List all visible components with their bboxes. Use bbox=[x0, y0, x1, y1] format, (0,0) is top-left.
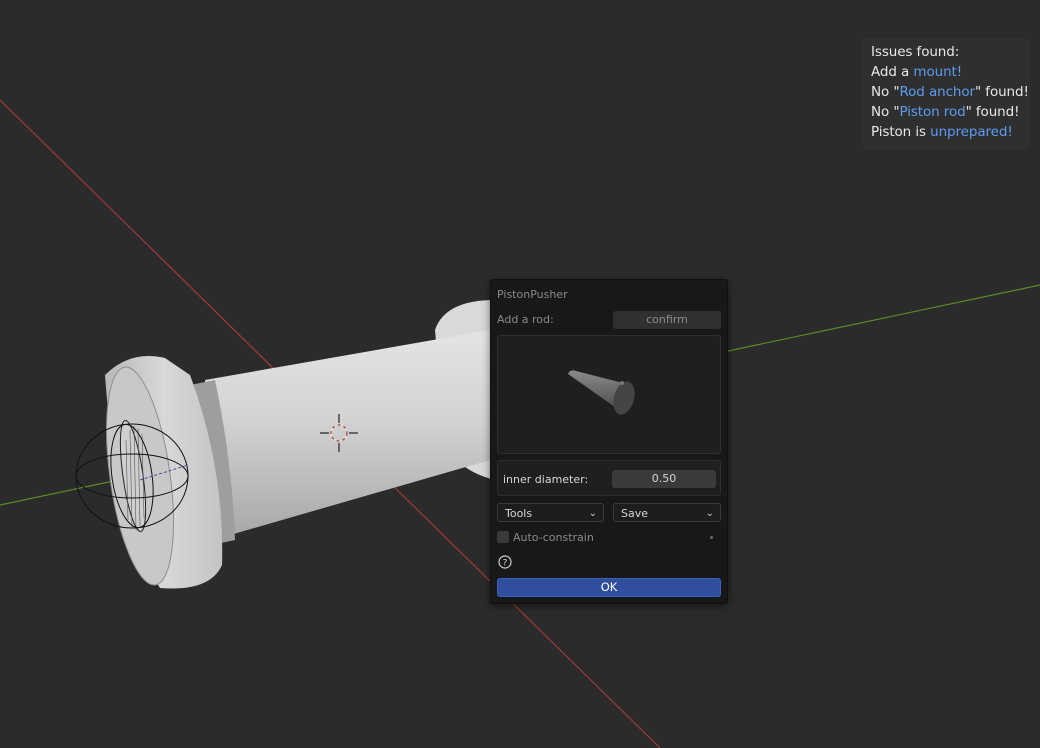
chevron-down-icon: ⌄ bbox=[705, 508, 714, 519]
issues-overlay: Issues found: Add a mount! No "Rod ancho… bbox=[862, 38, 1030, 150]
save-dropdown[interactable]: Save ⌄ bbox=[613, 503, 721, 522]
issues-title: Issues found: bbox=[871, 44, 960, 60]
inner-diameter-label: inner diameter: bbox=[503, 473, 589, 486]
auto-constrain-checkbox[interactable] bbox=[497, 531, 509, 543]
issue-rod-anchor: No "Rod anchor" found! bbox=[871, 84, 1029, 100]
inner-diameter-field[interactable]: 0.50 bbox=[612, 470, 716, 488]
add-rod-label: Add a rod: bbox=[497, 313, 554, 326]
auto-constrain-label: Auto-constrain bbox=[513, 531, 594, 544]
tools-dropdown[interactable]: Tools ⌄ bbox=[497, 503, 604, 522]
svg-text:?: ? bbox=[503, 559, 508, 569]
issue-piston-rod: No "Piston rod" found! bbox=[871, 104, 1020, 120]
inner-diameter-row: inner diameter: 0.50 bbox=[497, 460, 721, 496]
issue-add-mount: Add a mount! bbox=[871, 64, 963, 80]
panel-title: PistonPusher bbox=[497, 288, 568, 301]
ok-button[interactable]: OK bbox=[497, 578, 721, 597]
issue-unprepared: Piston is unprepared! bbox=[871, 124, 1013, 140]
confirm-button[interactable]: confirm bbox=[613, 311, 721, 329]
dot-indicator bbox=[710, 536, 713, 539]
cone-preview-icon bbox=[568, 370, 635, 415]
chevron-down-icon: ⌄ bbox=[588, 508, 597, 519]
rod-preview[interactable] bbox=[497, 335, 721, 454]
help-question-icon[interactable]: ? bbox=[498, 554, 512, 569]
piston-pusher-panel: PistonPusher Add a rod: confirm inner di… bbox=[490, 279, 728, 604]
